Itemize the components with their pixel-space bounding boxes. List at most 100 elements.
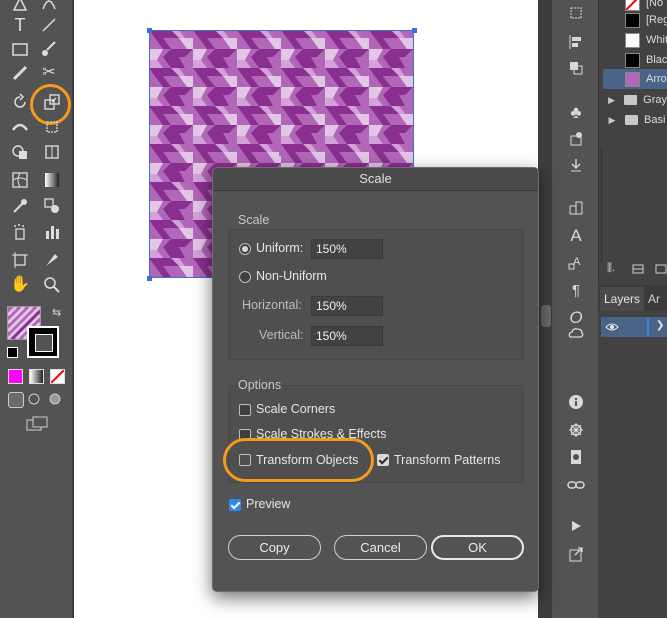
scale-strokes-effects-label: Scale Strokes & Effects bbox=[256, 427, 387, 441]
vertical-label: Vertical: bbox=[259, 328, 304, 342]
asset-export-panel-icon[interactable] bbox=[565, 155, 587, 175]
transform-patterns-checkbox[interactable] bbox=[377, 454, 389, 466]
graphic-styles-panel-icon[interactable] bbox=[565, 129, 587, 149]
blend-icon[interactable] bbox=[41, 196, 63, 216]
shape-builder-icon[interactable] bbox=[9, 142, 31, 162]
free-transform-icon[interactable] bbox=[41, 117, 63, 137]
screen-mode-icon[interactable] bbox=[26, 416, 48, 432]
scale-tool-icon[interactable] bbox=[41, 92, 63, 112]
selection-handle[interactable] bbox=[412, 28, 417, 33]
eyedropper-icon[interactable] bbox=[9, 196, 31, 216]
info-panel-icon[interactable] bbox=[565, 392, 587, 412]
swatch-list-scroll-track bbox=[601, 147, 602, 262]
expand-chevron-icon[interactable]: ▶ bbox=[607, 95, 616, 106]
non-uniform-radio[interactable] bbox=[239, 271, 251, 283]
curvature-icon[interactable] bbox=[38, 0, 60, 14]
ok-button[interactable]: OK bbox=[431, 535, 524, 560]
swatch-registration[interactable]: [Reg bbox=[603, 10, 667, 30]
eye-icon[interactable] bbox=[605, 320, 619, 334]
export-panel-icon[interactable] bbox=[565, 544, 587, 564]
folder-icon bbox=[625, 115, 638, 125]
type-icon[interactable]: T bbox=[9, 15, 31, 35]
paintbrush-icon[interactable] bbox=[38, 39, 60, 59]
draw-behind-icon[interactable] bbox=[28, 392, 42, 406]
symbols-panel-icon[interactable]: ♣ bbox=[565, 103, 587, 123]
character-panel-icon[interactable]: A bbox=[565, 226, 587, 246]
pen-icon[interactable] bbox=[9, 0, 31, 14]
pathfinder-panel-icon[interactable] bbox=[565, 58, 587, 78]
swatch-white[interactable]: White bbox=[603, 30, 667, 50]
uniform-radio[interactable] bbox=[239, 243, 251, 255]
swatch-group-gray[interactable]: ▶ Gray bbox=[603, 90, 667, 110]
preview-checkbox[interactable] bbox=[229, 499, 241, 511]
dialog-title[interactable]: Scale bbox=[213, 168, 538, 191]
transform-patterns-label: Transform Patterns bbox=[394, 453, 501, 467]
rotate-icon[interactable] bbox=[9, 92, 31, 112]
live-paint-icon[interactable] bbox=[41, 142, 63, 162]
vertical-scale-field[interactable]: 150% bbox=[311, 326, 383, 346]
document-info-panel-icon[interactable] bbox=[565, 447, 587, 467]
transform-objects-checkbox[interactable] bbox=[239, 454, 251, 466]
panel-border bbox=[598, 0, 599, 284]
column-graph-icon[interactable] bbox=[41, 222, 63, 242]
folder-icon bbox=[624, 95, 638, 105]
rectangle-icon[interactable] bbox=[9, 39, 31, 59]
character-styles-panel-icon[interactable]: A bbox=[565, 252, 587, 272]
gradient-icon[interactable] bbox=[41, 170, 63, 190]
horizontal-label: Horizontal: bbox=[242, 298, 302, 312]
layer-color-indicator bbox=[647, 318, 649, 336]
actions-panel-icon[interactable] bbox=[565, 516, 587, 536]
layer-expand-chevron-icon[interactable]: ❯ bbox=[656, 320, 664, 331]
symbol-sprayer-icon[interactable] bbox=[9, 222, 31, 242]
navigator-panel-icon[interactable] bbox=[565, 420, 587, 440]
scissors-icon[interactable]: ✂ bbox=[38, 63, 60, 83]
non-uniform-label: Non-Uniform bbox=[256, 269, 327, 283]
pencil-icon[interactable] bbox=[9, 63, 31, 83]
copy-button[interactable]: Copy bbox=[228, 535, 321, 560]
scale-section-label: Scale bbox=[238, 213, 270, 227]
preview-label: Preview bbox=[246, 497, 291, 511]
align-panel-icon[interactable] bbox=[565, 32, 587, 52]
scale-corners-checkbox[interactable] bbox=[239, 404, 251, 416]
artboards-panel-icon[interactable] bbox=[565, 198, 587, 218]
links-panel-icon[interactable] bbox=[565, 475, 587, 495]
transform-panel-icon[interactable] bbox=[565, 3, 587, 23]
artboard-icon[interactable] bbox=[9, 250, 31, 270]
line-segment-icon[interactable] bbox=[38, 15, 60, 35]
swatch-arrow-pattern[interactable]: Arro bbox=[603, 69, 667, 89]
scale-strokes-effects-checkbox[interactable] bbox=[239, 429, 251, 441]
width-icon[interactable] bbox=[9, 117, 31, 137]
gradient-mode-icon[interactable] bbox=[29, 369, 44, 384]
none-mode-icon[interactable] bbox=[50, 369, 65, 384]
slice-icon[interactable] bbox=[41, 250, 63, 270]
uniform-label: Uniform: bbox=[256, 241, 304, 255]
swatch-black[interactable]: Black bbox=[603, 50, 667, 70]
selection-handle[interactable] bbox=[147, 276, 152, 281]
scale-corners-label: Scale Corners bbox=[256, 402, 336, 416]
stroke-swatch[interactable] bbox=[27, 326, 59, 358]
libraries-panel-icon[interactable] bbox=[565, 324, 587, 344]
draw-normal-icon[interactable] bbox=[8, 392, 24, 408]
show-swatch-kinds-icon[interactable] bbox=[631, 262, 645, 276]
expand-chevron-icon[interactable]: ▶ bbox=[607, 115, 617, 126]
cancel-button[interactable]: Cancel bbox=[334, 535, 427, 560]
options-section-label: Options bbox=[238, 378, 282, 392]
paragraph-styles-panel-icon[interactable]: ¶ bbox=[565, 280, 587, 300]
zoom-icon[interactable] bbox=[41, 275, 63, 295]
dock-resize-handle[interactable] bbox=[541, 305, 551, 327]
horizontal-scale-field[interactable]: 150% bbox=[311, 296, 383, 316]
color-mode-icon[interactable] bbox=[8, 369, 23, 384]
swatch-libraries-menu-icon[interactable]: ⫼. bbox=[607, 262, 621, 276]
tab-layers[interactable]: Layers bbox=[600, 287, 644, 311]
selection-handle[interactable] bbox=[147, 28, 152, 33]
swap-fill-stroke-icon[interactable]: ⇆ bbox=[52, 306, 61, 319]
transform-objects-label: Transform Objects bbox=[256, 453, 359, 467]
mesh-icon[interactable] bbox=[9, 170, 31, 190]
swatch-options-icon[interactable] bbox=[655, 262, 667, 276]
tab-artboards[interactable]: Ar bbox=[648, 287, 667, 311]
draw-inside-icon[interactable] bbox=[48, 392, 62, 406]
hand-icon[interactable]: ✋ bbox=[9, 275, 31, 295]
swatch-group-basic[interactable]: ▶ Basi bbox=[603, 110, 667, 130]
default-fill-stroke-icon[interactable] bbox=[7, 347, 18, 358]
uniform-scale-field[interactable]: 150% bbox=[311, 239, 383, 259]
